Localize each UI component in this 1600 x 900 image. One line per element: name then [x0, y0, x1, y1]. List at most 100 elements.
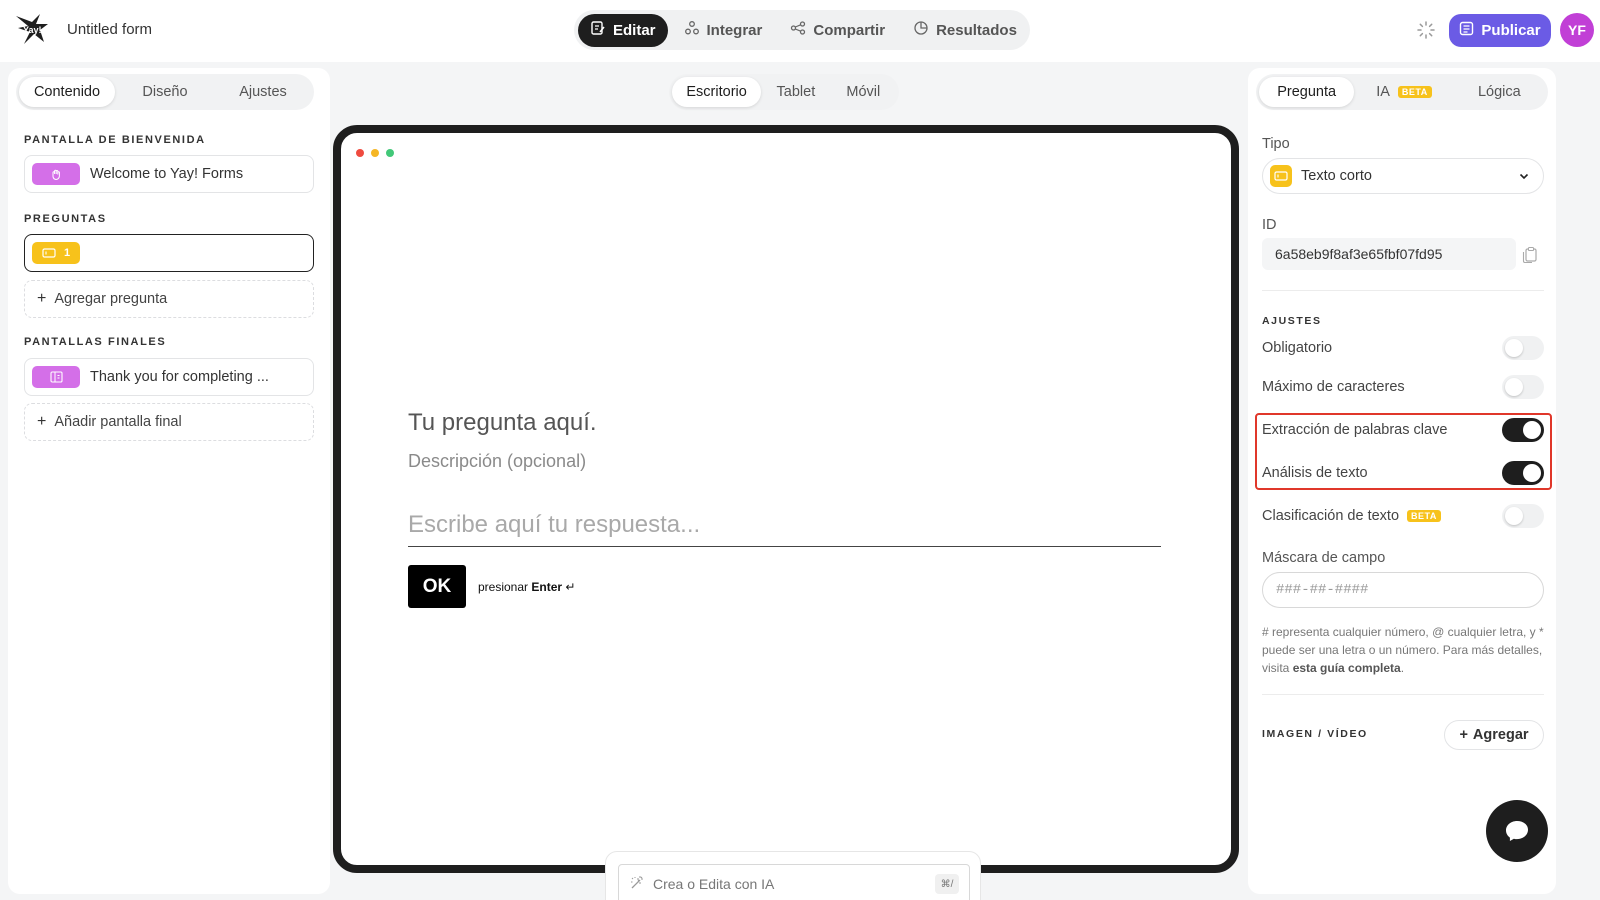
- question-number: 1: [63, 247, 71, 259]
- text-classification-toggle[interactable]: [1502, 504, 1544, 528]
- ending-screen-item[interactable]: Thank you for completing ...: [24, 358, 314, 396]
- results-icon: [913, 20, 929, 40]
- welcome-section-label: PANTALLA DE BIENVENIDA: [24, 134, 206, 146]
- chat-support-button[interactable]: [1486, 800, 1548, 862]
- maximize-dot: [386, 149, 394, 157]
- left-panel: Contenido Diseño Ajustes PANTALLA DE BIE…: [8, 68, 330, 894]
- add-question-label: Agregar pregunta: [54, 291, 168, 307]
- text-analysis-toggle[interactable]: [1502, 461, 1544, 485]
- copy-icon[interactable]: [1522, 246, 1538, 264]
- loading-spinner-icon: [1416, 20, 1436, 40]
- answer-input[interactable]: [408, 510, 1161, 547]
- desktop-preview-frame: Tu pregunta aquí. Descripción (opcional)…: [333, 125, 1239, 900]
- right-tabs: Pregunta IA BETA Lógica: [1256, 74, 1548, 110]
- ending-item-label: Thank you for completing ...: [90, 369, 269, 385]
- ai-prompt-container: Crea o Edita con IA ⌘/: [605, 851, 981, 900]
- add-question-button[interactable]: + Agregar pregunta: [24, 280, 314, 318]
- setting-obligatorio: Obligatorio: [1262, 335, 1544, 361]
- tab-ia[interactable]: IA BETA: [1356, 77, 1451, 107]
- tab-pregunta[interactable]: Pregunta: [1259, 77, 1355, 107]
- keyword-extraction-toggle[interactable]: [1502, 418, 1544, 442]
- shortcut-hint: ⌘/: [935, 874, 959, 894]
- publish-button[interactable]: Publicar: [1449, 14, 1551, 47]
- divider: [1262, 290, 1544, 291]
- edit-icon: [590, 20, 606, 40]
- mask-label: Máscara de campo: [1262, 550, 1386, 566]
- welcome-screen-item[interactable]: Welcome to Yay! Forms: [24, 155, 314, 193]
- nav-resultados-label: Resultados: [936, 21, 1017, 39]
- avatar[interactable]: YF: [1560, 13, 1594, 47]
- nav-resultados[interactable]: Resultados: [901, 14, 1029, 47]
- ai-prompt-input[interactable]: Crea o Edita con IA ⌘/: [618, 864, 970, 900]
- add-media-button[interactable]: + Agregar: [1444, 720, 1544, 750]
- device-tabs: Escritorio Tablet Móvil: [669, 74, 899, 110]
- plus-icon: +: [1459, 727, 1468, 743]
- integrate-icon: [684, 20, 700, 40]
- nav-integrar-label: Integrar: [706, 21, 763, 39]
- nav-compartir-label: Compartir: [813, 21, 886, 39]
- id-label: ID: [1262, 217, 1277, 233]
- endings-section-label: PANTALLAS FINALES: [24, 336, 167, 348]
- chevron-down-icon: [1519, 173, 1529, 180]
- nav-integrar[interactable]: Integrar: [672, 14, 775, 47]
- form-title[interactable]: Untitled form: [67, 21, 152, 38]
- ai-prompt-placeholder: Crea o Edita con IA: [653, 876, 775, 892]
- tab-diseno[interactable]: Diseño: [117, 77, 213, 107]
- nav-editar-label: Editar: [613, 21, 656, 39]
- publish-icon: [1459, 21, 1474, 40]
- short-text-icon: [42, 248, 56, 258]
- plus-icon: +: [37, 290, 47, 307]
- main-nav: Editar Integrar Compartir Resultados: [574, 10, 1030, 50]
- media-section-label: IMAGEN / VÍDEO: [1262, 728, 1368, 740]
- yay-logo-icon[interactable]: Yay!: [14, 12, 50, 46]
- tab-logica[interactable]: Lógica: [1454, 77, 1545, 107]
- setting-label: Máximo de caracteres: [1262, 379, 1405, 395]
- top-bar: Yay! Untitled form Editar Integrar Compa…: [0, 0, 1600, 62]
- preview-area: Escritorio Tablet Móvil Tu pregunta aquí…: [330, 68, 1244, 900]
- tab-ia-label: IA: [1376, 84, 1390, 100]
- device-tablet[interactable]: Tablet: [763, 77, 828, 107]
- left-tabs: Contenido Diseño Ajustes: [16, 74, 314, 110]
- nav-compartir[interactable]: Compartir: [778, 14, 897, 47]
- press-label: presionar: [478, 580, 529, 594]
- enter-hint: presionar Enter ↵: [478, 580, 575, 594]
- mask-input[interactable]: [1262, 572, 1544, 608]
- id-field[interactable]: 6a58eb9f8af3e65fbf07fd95: [1262, 238, 1516, 270]
- setting-max-chars: Máximo de caracteres: [1262, 374, 1544, 400]
- close-dot: [356, 149, 364, 157]
- beta-badge: BETA: [1407, 510, 1441, 522]
- max-chars-toggle[interactable]: [1502, 375, 1544, 399]
- question-title[interactable]: Tu pregunta aquí.: [408, 409, 597, 437]
- publish-label: Publicar: [1481, 22, 1541, 39]
- ending-icon: [32, 366, 80, 388]
- type-value: Texto corto: [1301, 168, 1372, 184]
- obligatorio-toggle[interactable]: [1502, 336, 1544, 360]
- tab-contenido[interactable]: Contenido: [19, 77, 115, 107]
- device-escritorio[interactable]: Escritorio: [672, 77, 762, 107]
- question-item[interactable]: 1: [24, 234, 314, 272]
- add-ending-button[interactable]: + Añadir pantalla final: [24, 403, 314, 441]
- nav-editar[interactable]: Editar: [578, 13, 668, 47]
- mask-help-text: # representa cualquier número, @ cualqui…: [1262, 623, 1552, 677]
- divider: [1262, 694, 1544, 695]
- right-panel: Pregunta IA BETA Lógica Tipo Texto corto…: [1248, 68, 1556, 894]
- short-text-icon: [1270, 165, 1292, 187]
- add-media-label: Agregar: [1472, 727, 1529, 743]
- setting-label: Clasificación de texto: [1262, 508, 1400, 524]
- enter-label: Enter: [531, 580, 563, 594]
- setting-text-classification: Clasificación de texto BETA: [1262, 503, 1544, 529]
- plus-icon: +: [37, 413, 47, 430]
- minimize-dot: [371, 149, 379, 157]
- device-movil[interactable]: Móvil: [831, 77, 896, 107]
- help-text-2: .: [1400, 661, 1405, 675]
- svg-text:Yay!: Yay!: [23, 25, 42, 35]
- tab-ajustes[interactable]: Ajustes: [215, 77, 311, 107]
- magic-wand-icon: [629, 875, 645, 894]
- question-description[interactable]: Descripción (opcional): [408, 451, 586, 472]
- type-select[interactable]: Texto corto: [1262, 158, 1544, 194]
- setting-label: Obligatorio: [1262, 340, 1333, 356]
- return-icon: ↵: [565, 580, 576, 594]
- guide-link[interactable]: esta guía completa: [1293, 661, 1401, 675]
- setting-label: Extracción de palabras clave: [1262, 422, 1448, 438]
- ok-button[interactable]: OK: [408, 565, 466, 608]
